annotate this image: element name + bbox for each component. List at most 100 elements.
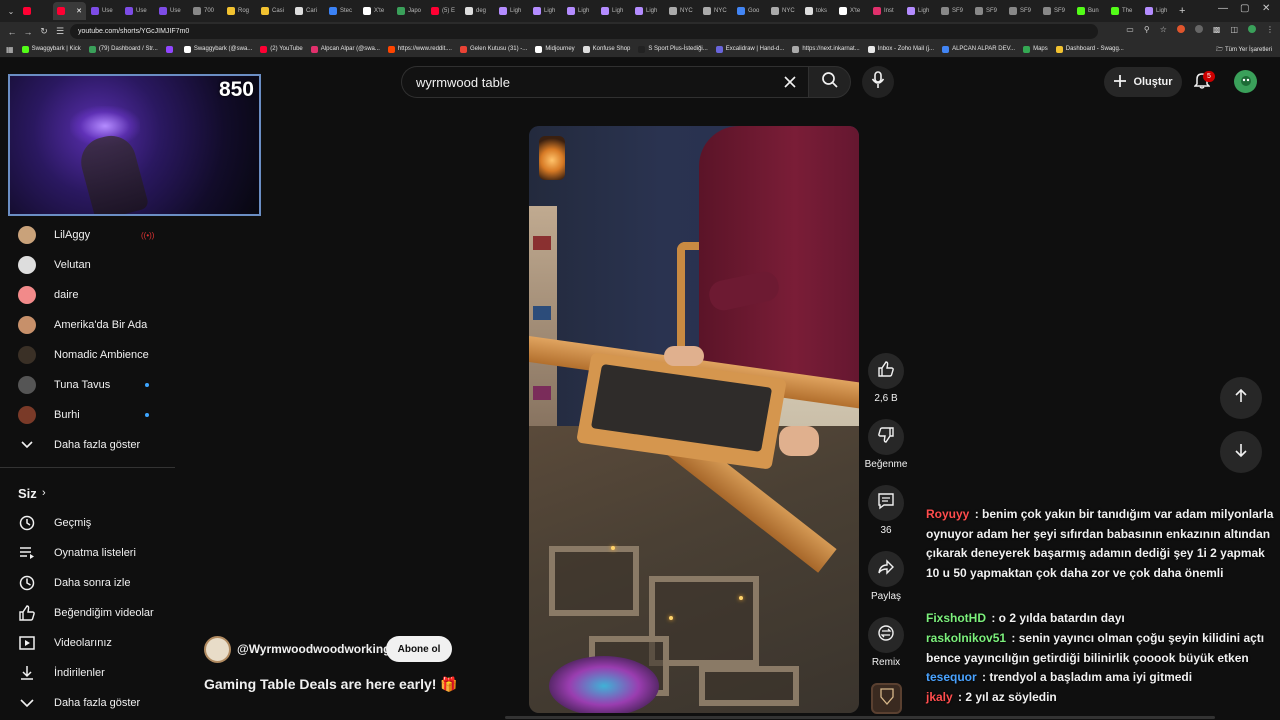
bookmark-item[interactable]: (2) YouTube (260, 45, 303, 53)
extension-icon[interactable] (1176, 25, 1185, 33)
sidepanel-icon[interactable]: ◫ (1230, 25, 1238, 34)
tab-search-icon[interactable]: ⌄ (4, 7, 18, 16)
bookmark-item[interactable]: Swaggybark | Kick (21, 45, 81, 53)
sidebar-you-item[interactable]: Videolarınız (0, 628, 175, 658)
extension-icon[interactable] (1194, 25, 1203, 33)
extensions-puzzle-icon[interactable]: ▩ (1213, 25, 1221, 34)
browser-menu-icon[interactable]: ⋮ (1266, 25, 1274, 34)
browser-tab[interactable] (19, 2, 52, 20)
bookmark-item[interactable]: Excalidraw | Hand-d... (715, 45, 784, 53)
close-tab-icon[interactable]: ✕ (76, 7, 82, 15)
comments-button[interactable] (868, 485, 904, 521)
browser-tab[interactable]: SF9 (971, 2, 1004, 20)
browser-tab[interactable]: SF9 (1005, 2, 1038, 20)
url-bar[interactable]: youtube.com/shorts/YGcJIMJIF7m0 (70, 24, 1098, 39)
browser-tab[interactable]: deg (461, 2, 494, 20)
browser-tab[interactable]: Use (87, 2, 120, 20)
sidebar-show-more-subscriptions[interactable]: Daha fazla göster (0, 430, 175, 460)
apps-grid-icon[interactable]: ▦ (6, 45, 14, 54)
bookmark-item[interactable]: https://next.inkarnat... (792, 45, 860, 53)
bookmark-item[interactable]: Dashboard - Swagg... (1055, 45, 1124, 53)
sidebar-subscription-item[interactable]: daire (0, 280, 175, 310)
browser-tab[interactable]: (5) E (427, 2, 460, 20)
browser-tab[interactable]: Rog (223, 2, 256, 20)
bookmark-item[interactable]: S Sport Plus-İstediği... (638, 45, 708, 53)
browser-tab[interactable]: ✕ (53, 2, 86, 20)
sidebar-subscription-item[interactable]: Burhi (0, 400, 175, 430)
zoom-icon[interactable]: ⚲ (1144, 25, 1150, 34)
profile-icon[interactable] (1248, 25, 1256, 33)
create-button[interactable]: Oluştur (1104, 67, 1182, 97)
sidebar-you-item[interactable]: Oynatma listeleri (0, 538, 175, 568)
browser-tab[interactable]: SF9 (937, 2, 970, 20)
sidebar-you-item[interactable]: Daha sonra izle (0, 568, 175, 598)
sidebar-subscription-item[interactable]: Amerika'da Bir Ada (0, 310, 175, 340)
browser-tab[interactable]: The (1107, 2, 1140, 20)
remix-button[interactable] (868, 617, 904, 653)
browser-tab[interactable]: Use (121, 2, 154, 20)
next-short-button[interactable] (1220, 431, 1262, 473)
browser-tab[interactable]: Casi (257, 2, 290, 20)
cast-icon[interactable]: ▭ (1126, 25, 1134, 34)
share-button[interactable] (868, 551, 904, 587)
sidebar-you-item[interactable]: İndirilenler (0, 658, 175, 688)
browser-tab[interactable]: Ligh (597, 2, 630, 20)
search-button[interactable] (808, 66, 851, 98)
bookmark-star-icon[interactable]: ☆ (1160, 25, 1167, 34)
browser-tab[interactable]: Goo (733, 2, 766, 20)
sidebar-subscription-item[interactable]: Nomadic Ambience (0, 340, 175, 370)
back-icon[interactable]: ← (4, 27, 20, 37)
browser-tab[interactable]: NYC (665, 2, 698, 20)
bookmark-item[interactable]: Inbox - Zoho Mail (j... (867, 45, 934, 53)
bookmark-item[interactable]: Alpcan Alpar (@swa... (310, 45, 380, 53)
browser-tab[interactable]: X'te (835, 2, 868, 20)
subscribe-button[interactable]: Abone ol (386, 636, 452, 662)
browser-tab[interactable]: Japo (393, 2, 426, 20)
reload-icon[interactable]: ↻ (36, 26, 52, 37)
browser-tab[interactable]: Ligh (631, 2, 664, 20)
bookmark-item[interactable]: Konfuse Shop (582, 45, 630, 53)
sidebar-you-item[interactable]: Daha fazla göster (0, 688, 175, 718)
horizontal-scrollbar[interactable] (505, 716, 1215, 719)
browser-tab[interactable]: Cari (291, 2, 324, 20)
minimize-icon[interactable]: — (1218, 3, 1228, 14)
bookmark-item[interactable] (165, 45, 176, 53)
sidebar-you-item[interactable]: Geçmiş (0, 508, 175, 538)
bookmark-item[interactable]: https://www.reddit.... (387, 45, 452, 53)
bookmark-item[interactable]: Maps (1023, 45, 1048, 53)
browser-tab[interactable]: SF9 (1039, 2, 1072, 20)
browser-tab[interactable]: NYC (767, 2, 800, 20)
browser-tab[interactable]: 700 (189, 2, 222, 20)
all-bookmarks[interactable]: 🗁 Tüm Yer İşaretleri (1216, 45, 1272, 55)
browser-tab[interactable]: Ligh (903, 2, 936, 20)
voice-search-button[interactable] (862, 66, 894, 98)
browser-tab[interactable]: Use (155, 2, 188, 20)
channel-avatar[interactable] (204, 636, 231, 663)
clear-search-icon[interactable] (778, 70, 802, 94)
sidebar-subscription-item[interactable]: Tuna Tavus (0, 370, 175, 400)
audio-source-thumbnail[interactable] (871, 683, 902, 714)
bookmark-item[interactable]: Gelen Kutusu (31) -... (459, 45, 527, 53)
chevron-right-icon[interactable]: › (42, 487, 46, 499)
browser-tab[interactable]: X'te (359, 2, 392, 20)
browser-tab[interactable]: toks (801, 2, 834, 20)
browser-tab[interactable]: Ligh (1141, 2, 1174, 20)
previous-short-button[interactable] (1220, 377, 1262, 419)
browser-tab[interactable]: Bun (1073, 2, 1106, 20)
channel-name[interactable]: @Wyrmwoodwoodworking (237, 642, 390, 656)
site-info-icon[interactable]: ☰ (52, 26, 68, 37)
forward-icon[interactable]: → (20, 27, 36, 37)
dislike-button[interactable] (868, 419, 904, 455)
new-tab-icon[interactable]: + (1179, 5, 1185, 17)
sidebar-subscription-item[interactable]: Velutan (0, 250, 175, 280)
short-video-player[interactable] (529, 126, 859, 713)
browser-tab[interactable]: NYC (699, 2, 732, 20)
bookmark-item[interactable]: Swaggybark (@swa... (183, 45, 252, 53)
browser-tab[interactable]: Inst (869, 2, 902, 20)
window-close-icon[interactable]: ✕ (1262, 3, 1270, 14)
bookmark-item[interactable]: Midjourney (535, 45, 575, 53)
sidebar-subscription-item[interactable]: LilAggy ((•)) (0, 220, 175, 250)
like-button[interactable] (868, 353, 904, 389)
you-section-title[interactable]: Siz (18, 486, 37, 501)
maximize-icon[interactable]: ▢ (1240, 3, 1249, 14)
